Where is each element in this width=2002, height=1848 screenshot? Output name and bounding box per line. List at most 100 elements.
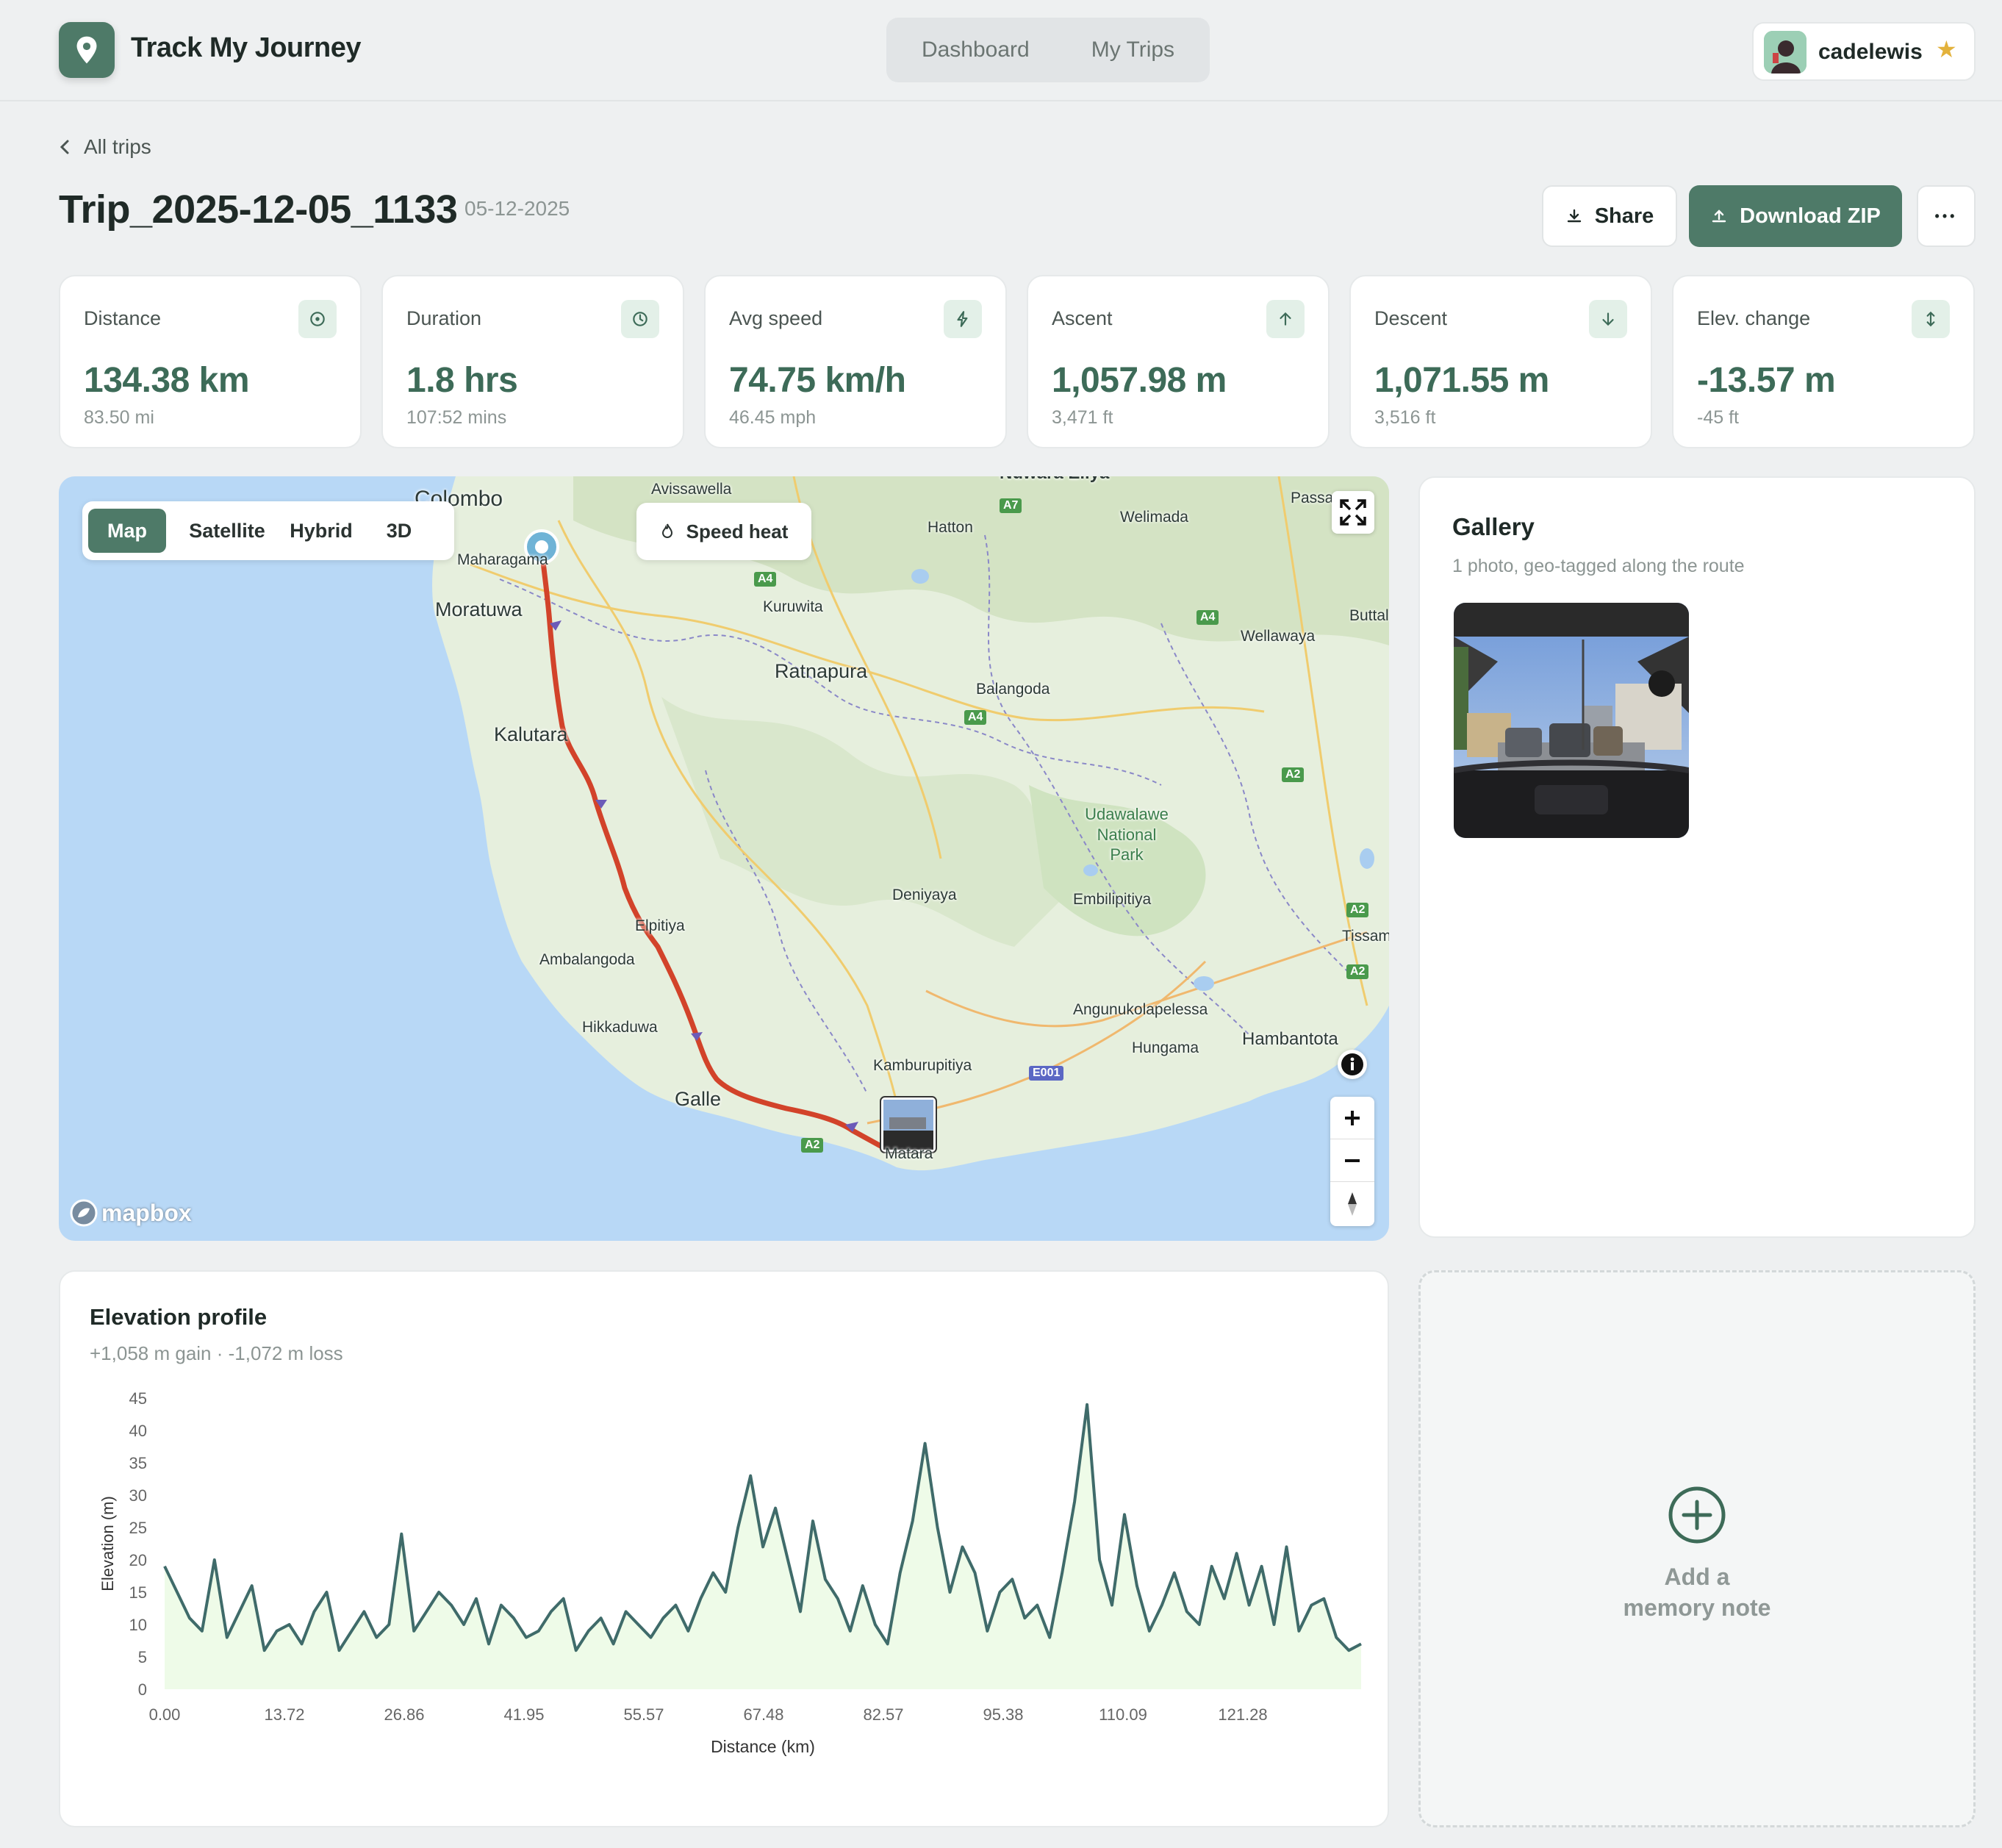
back-label: All trips [84, 135, 151, 158]
stat-value: 134.38 km [84, 361, 250, 400]
stat-value: 1,071.55 m [1374, 361, 1549, 400]
place-label: Hatton [928, 519, 973, 536]
download-zip-button[interactable]: Download ZIP [1689, 185, 1902, 247]
x-tick-label: 110.09 [1099, 1705, 1147, 1724]
plus-circle-icon [1668, 1486, 1726, 1544]
place-label: Hambantota [1242, 1029, 1338, 1049]
x-tick-label: 95.38 [983, 1705, 1023, 1724]
page-title: Trip_2025-12-05_1133 [59, 187, 458, 232]
stat-ascent: Ascent 1,057.98 m 3,471 ft [1027, 275, 1330, 448]
arrow-down-icon [1589, 300, 1627, 338]
compass-button[interactable] [1330, 1182, 1374, 1226]
stat-elev-change: Elev. change -13.57 m -45 ft [1672, 275, 1975, 448]
elevation-chart[interactable]: 0 5 10 15 20 25 30 35 40 45 0.00 13.72 26.86 41.95 55.… [60, 1272, 1391, 1829]
place-label: Galle [675, 1088, 722, 1110]
memory-note-label: Add a memory note [1421, 1562, 1973, 1623]
place-label: Kalutara [494, 723, 568, 745]
stat-value: 1,057.98 m [1052, 361, 1227, 400]
stat-value: 1.8 hrs [406, 361, 518, 400]
target-icon [298, 300, 337, 338]
main-nav: Dashboard My Trips [886, 18, 1210, 82]
zoom-in-button[interactable] [1330, 1097, 1374, 1139]
map-mode-map[interactable]: Map [88, 509, 166, 553]
memory-note-line2: memory note [1623, 1594, 1771, 1621]
gallery-subtitle: 1 photo, geo-tagged along the route [1452, 556, 1745, 576]
fullscreen-button[interactable] [1332, 491, 1374, 534]
upload-icon [1712, 209, 1726, 223]
zoom-controls [1330, 1097, 1374, 1226]
y-tick-label: 5 [138, 1648, 147, 1666]
user-menu[interactable]: cadelewis ★ [1752, 22, 1976, 81]
logo[interactable] [59, 22, 115, 78]
y-tick-label: 30 [129, 1486, 147, 1505]
map-mode-hybrid[interactable]: Hybrid [281, 509, 362, 553]
mapbox-label: mapbox [101, 1199, 192, 1226]
y-tick-label: 15 [129, 1583, 147, 1602]
stat-sub: 3,516 ft [1374, 407, 1436, 428]
place-label: Hungama [1132, 1039, 1199, 1056]
stat-sub: 83.50 mi [84, 407, 154, 428]
mapbox-logo[interactable]: mapbox [69, 1198, 192, 1228]
place-label: Welimada [1120, 509, 1188, 526]
back-link[interactable]: All trips [59, 135, 151, 159]
road-sign: A2 [1346, 964, 1369, 979]
y-tick-label: 45 [129, 1389, 147, 1408]
place-label: Embilipitiya [1073, 891, 1152, 908]
username: cadelewis [1818, 40, 1923, 64]
gallery-photo[interactable] [1454, 603, 1689, 838]
stat-label: Ascent [1052, 307, 1113, 329]
avatar [1764, 31, 1807, 74]
plus-icon [1345, 1110, 1360, 1125]
nav-my-trips[interactable]: My Trips [1091, 37, 1174, 62]
compass-icon [1348, 1192, 1357, 1216]
info-icon [1341, 1053, 1363, 1075]
arrows-vertical-icon [1912, 300, 1950, 338]
flame-icon [661, 523, 672, 538]
map-pin-icon [76, 36, 97, 64]
stat-value: -13.57 m [1697, 361, 1836, 400]
stat-sub: -45 ft [1697, 407, 1739, 428]
x-tick-label: 0.00 [149, 1705, 181, 1724]
chevron-left-icon [60, 140, 69, 154]
x-tick-label: 26.86 [384, 1705, 424, 1724]
mapbox-icon [70, 1199, 98, 1227]
minus-icon [1345, 1158, 1360, 1162]
y-tick-label: 10 [129, 1616, 147, 1634]
stat-label: Duration [406, 307, 482, 329]
clock-icon [621, 300, 659, 338]
stat-duration: Duration 1.8 hrs 107:52 mins [381, 275, 684, 448]
nav-dashboard[interactable]: Dashboard [922, 37, 1030, 62]
x-axis-label: Distance (km) [711, 1737, 815, 1756]
memory-note-line1: Add a [1664, 1564, 1730, 1590]
share-label: Share [1594, 204, 1654, 228]
arrow-up-icon [1266, 300, 1305, 338]
road-sign: A4 [754, 572, 777, 587]
trip-date: 05-12-2025 [464, 197, 570, 220]
elevation-panel: Elevation profile +1,058 m gain · -1,072… [59, 1270, 1389, 1827]
map-canvas[interactable] [59, 476, 1389, 1241]
map-mode-satellite[interactable]: Satellite [179, 509, 275, 553]
brand-name[interactable]: Track My Journey [131, 32, 362, 64]
stat-sub: 3,471 ft [1052, 407, 1113, 428]
place-label: Kamburupitiya [873, 1057, 972, 1074]
star-icon: ★ [1936, 36, 1957, 62]
more-icon: ••• [1934, 208, 1958, 223]
place-label: Balangoda [976, 681, 1050, 698]
share-button[interactable]: Share [1542, 185, 1677, 247]
y-tick-label: 0 [138, 1680, 147, 1699]
speed-heat-toggle[interactable]: Speed heat [636, 503, 811, 560]
stat-label: Elev. change [1697, 307, 1811, 329]
map-mode-3d[interactable]: 3D [373, 509, 425, 553]
add-memory-note-button[interactable]: Add a memory note [1418, 1270, 1976, 1827]
y-tick-label: 20 [129, 1551, 147, 1569]
x-tick-label: 13.72 [264, 1705, 304, 1724]
y-tick-label: 25 [129, 1519, 147, 1537]
place-label: Moratuwa [435, 598, 523, 620]
x-tick-label: 55.57 [623, 1705, 664, 1724]
stat-sub: 107:52 mins [406, 407, 507, 428]
info-button[interactable] [1338, 1050, 1367, 1079]
more-button[interactable]: ••• [1917, 185, 1976, 247]
stat-descent: Descent 1,071.55 m 3,516 ft [1349, 275, 1652, 448]
route-map[interactable]: Colombo Maharagama Moratuwa Avissawella … [59, 476, 1389, 1241]
zoom-out-button[interactable] [1330, 1139, 1374, 1182]
